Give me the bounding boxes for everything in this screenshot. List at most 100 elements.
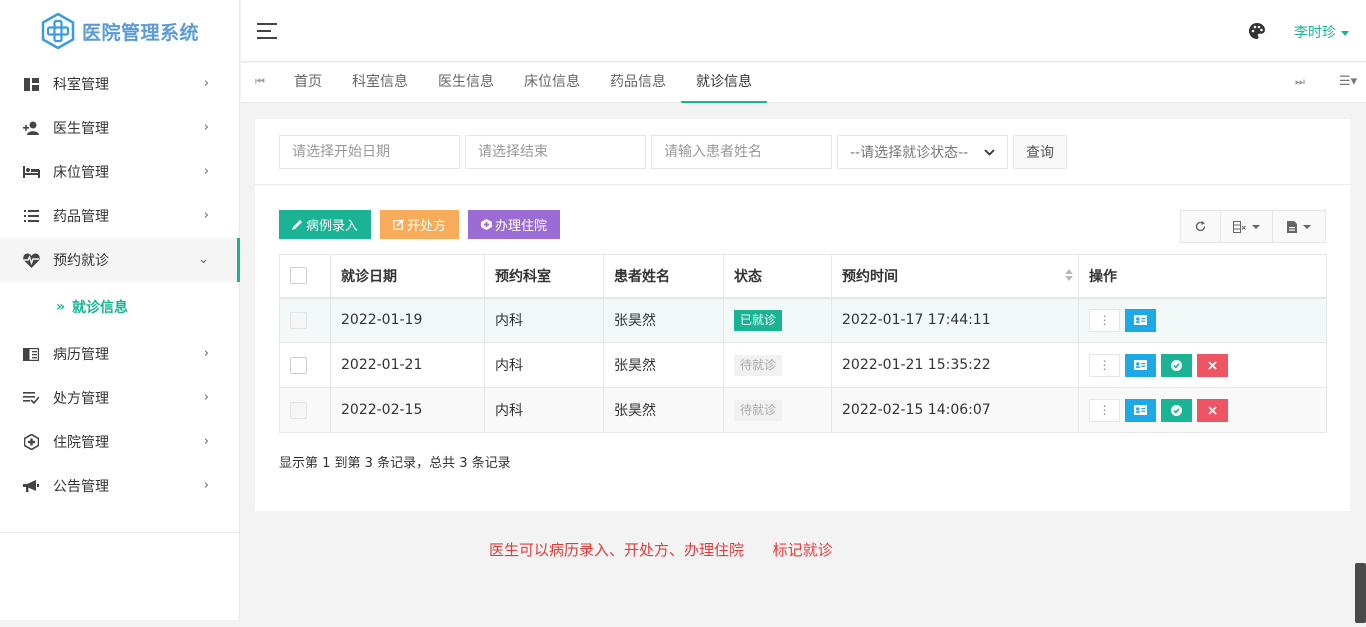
end-date-input[interactable] xyxy=(465,135,646,169)
pagination-info: 显示第 1 到第 3 条记录，总共 3 条记录 xyxy=(279,456,511,471)
chevron-right-icon: › xyxy=(203,208,209,223)
appointment-time-cell: 2022-01-21 15:35:22 xyxy=(831,342,1079,388)
tab-home[interactable]: 首页 xyxy=(279,63,337,103)
column-header[interactable]: 预约科室 xyxy=(484,254,604,299)
admit-button[interactable]: 办理住院 xyxy=(468,210,561,239)
hospital-icon xyxy=(481,219,493,230)
start-date-input[interactable] xyxy=(279,135,460,169)
sidebar-item-label: 床位管理 xyxy=(53,165,109,181)
row-checkbox[interactable] xyxy=(290,311,307,329)
top-navbar: 李时珍 xyxy=(241,0,1366,62)
sidebar-item-medicine[interactable]: 药品管理 › xyxy=(0,194,239,238)
chevron-right-icon: › xyxy=(203,390,209,405)
pencil-icon xyxy=(292,220,302,230)
id-card-icon xyxy=(1134,315,1147,326)
chevron-right-icon: › xyxy=(203,346,209,361)
tab-scroll-right-icon[interactable]: ⏭ xyxy=(1295,75,1305,89)
sidebar-item-bed[interactable]: 床位管理 › xyxy=(0,150,239,194)
annotation-text: 医生可以病历录入、开处方、办理住院 标记就诊 xyxy=(489,541,833,559)
department-cell: 内科 xyxy=(484,342,604,388)
sidebar-item-doctor[interactable]: 医生管理 › xyxy=(0,106,239,150)
prescribe-button[interactable]: 开处方 xyxy=(380,210,460,239)
table-row[interactable]: 2022-02-15 内科 张昊然 待就诊 2022-02-15 14:06:0… xyxy=(279,387,1327,433)
caret-down-icon xyxy=(1341,30,1349,36)
sidebar-item-department[interactable]: 科室管理 › xyxy=(0,62,239,106)
refresh-button[interactable] xyxy=(1181,211,1221,242)
patient-name-cell: 张昊然 xyxy=(603,342,724,388)
list-icon xyxy=(22,207,40,225)
palette-icon[interactable] xyxy=(1248,22,1266,40)
scrollbar-thumb[interactable] xyxy=(1355,563,1366,623)
app-logo[interactable]: 医院管理系统 xyxy=(0,0,239,62)
table-tools xyxy=(1180,210,1326,243)
sidebar-item-announcement[interactable]: 公告管理 › xyxy=(0,464,239,508)
delete-button[interactable] xyxy=(1197,353,1228,377)
table-header-row: 就诊日期 预约科室 患者姓名 状态 预约时间 操作 xyxy=(279,254,1327,299)
query-button[interactable]: 查询 xyxy=(1013,135,1067,169)
content-panel: --请选择就诊状态-- 查询 病例录入 开处方 办理住院 xyxy=(255,119,1350,511)
add-user-icon xyxy=(22,119,40,137)
caret-down-icon xyxy=(1252,224,1260,229)
row-checkbox[interactable] xyxy=(290,401,307,419)
record-entry-label: 病例录入 xyxy=(306,219,359,234)
row-checkbox[interactable] xyxy=(290,356,307,374)
more-options-button[interactable]: ⋮ xyxy=(1089,353,1120,377)
operations-cell: ⋮ xyxy=(1078,297,1327,343)
caret-down-icon xyxy=(1303,224,1311,229)
hamburger-menu-icon[interactable] xyxy=(257,22,279,40)
sidebar-item-prescription[interactable]: 处方管理 › xyxy=(0,376,239,420)
mark-visited-button[interactable] xyxy=(1161,398,1192,422)
more-options-button[interactable]: ⋮ xyxy=(1089,398,1120,422)
tab-doctor-info[interactable]: 医生信息 xyxy=(423,63,509,103)
sidebar-item-appointment[interactable]: 预约就诊 ⌄ xyxy=(0,238,240,282)
status-cell: 待就诊 xyxy=(723,342,832,388)
select-all-cell xyxy=(279,254,331,299)
sidebar-subitem-visit-info[interactable]: » 就诊信息 xyxy=(0,282,239,332)
view-card-button[interactable] xyxy=(1125,308,1156,332)
status-badge: 已就诊 xyxy=(734,309,783,331)
table-row[interactable]: 2022-01-19 内科 张昊然 已就诊 2022-01-17 17:44:1… xyxy=(279,297,1327,343)
sidebar-item-hospitalization[interactable]: 住院管理 › xyxy=(0,420,239,464)
tab-scroll-left-icon[interactable]: ⏮ xyxy=(255,75,265,89)
prescription-icon xyxy=(22,389,40,407)
tab-department-info[interactable]: 科室信息 xyxy=(337,63,423,103)
sidebar-subitem-label: 就诊信息 xyxy=(72,300,129,316)
status-badge: 待就诊 xyxy=(734,399,783,421)
edit-square-icon xyxy=(393,219,405,230)
tab-options-icon[interactable]: ☰▾ xyxy=(1339,74,1357,89)
prescribe-label: 开处方 xyxy=(407,219,447,234)
sidebar-item-label: 公告管理 xyxy=(53,479,109,495)
more-options-button[interactable]: ⋮ xyxy=(1089,308,1120,332)
column-header[interactable]: 患者姓名 xyxy=(603,254,724,299)
close-icon xyxy=(1208,360,1217,370)
mark-visited-button[interactable] xyxy=(1161,353,1192,377)
record-icon xyxy=(22,345,40,363)
admit-label: 办理住院 xyxy=(495,219,548,234)
column-header-sortable[interactable]: 预约时间 xyxy=(831,254,1079,299)
delete-button[interactable] xyxy=(1197,398,1228,422)
row-checkbox-cell xyxy=(279,297,331,343)
view-card-button[interactable] xyxy=(1125,353,1156,377)
column-header[interactable]: 就诊日期 xyxy=(330,254,485,299)
columns-icon xyxy=(1233,220,1246,233)
visit-date-cell: 2022-02-15 xyxy=(330,387,485,433)
view-card-button[interactable] xyxy=(1125,398,1156,422)
user-menu[interactable]: 李时珍 xyxy=(1294,22,1349,42)
table-row[interactable]: 2022-01-21 内科 张昊然 待就诊 2022-01-21 15:35:2… xyxy=(279,342,1327,388)
tab-medicine-info[interactable]: 药品信息 xyxy=(595,63,681,103)
bed-icon xyxy=(22,163,40,181)
sidebar-item-medical-record[interactable]: 病历管理 › xyxy=(0,332,239,376)
tab-bed-info[interactable]: 床位信息 xyxy=(509,63,595,103)
columns-toggle-button[interactable] xyxy=(1221,211,1273,242)
tab-visit-info[interactable]: 就诊信息 xyxy=(681,63,767,103)
department-cell: 内科 xyxy=(484,387,604,433)
column-header[interactable]: 状态 xyxy=(723,254,832,299)
status-select[interactable]: --请选择就诊状态-- xyxy=(837,135,1008,169)
export-button[interactable] xyxy=(1273,211,1325,242)
record-entry-button[interactable]: 病例录入 xyxy=(279,210,372,239)
patient-name-input[interactable] xyxy=(651,135,832,169)
sidebar-item-label: 住院管理 xyxy=(53,435,109,451)
select-all-checkbox[interactable] xyxy=(290,267,307,285)
status-cell: 已就诊 xyxy=(723,297,832,343)
medical-cross-icon xyxy=(41,13,75,49)
